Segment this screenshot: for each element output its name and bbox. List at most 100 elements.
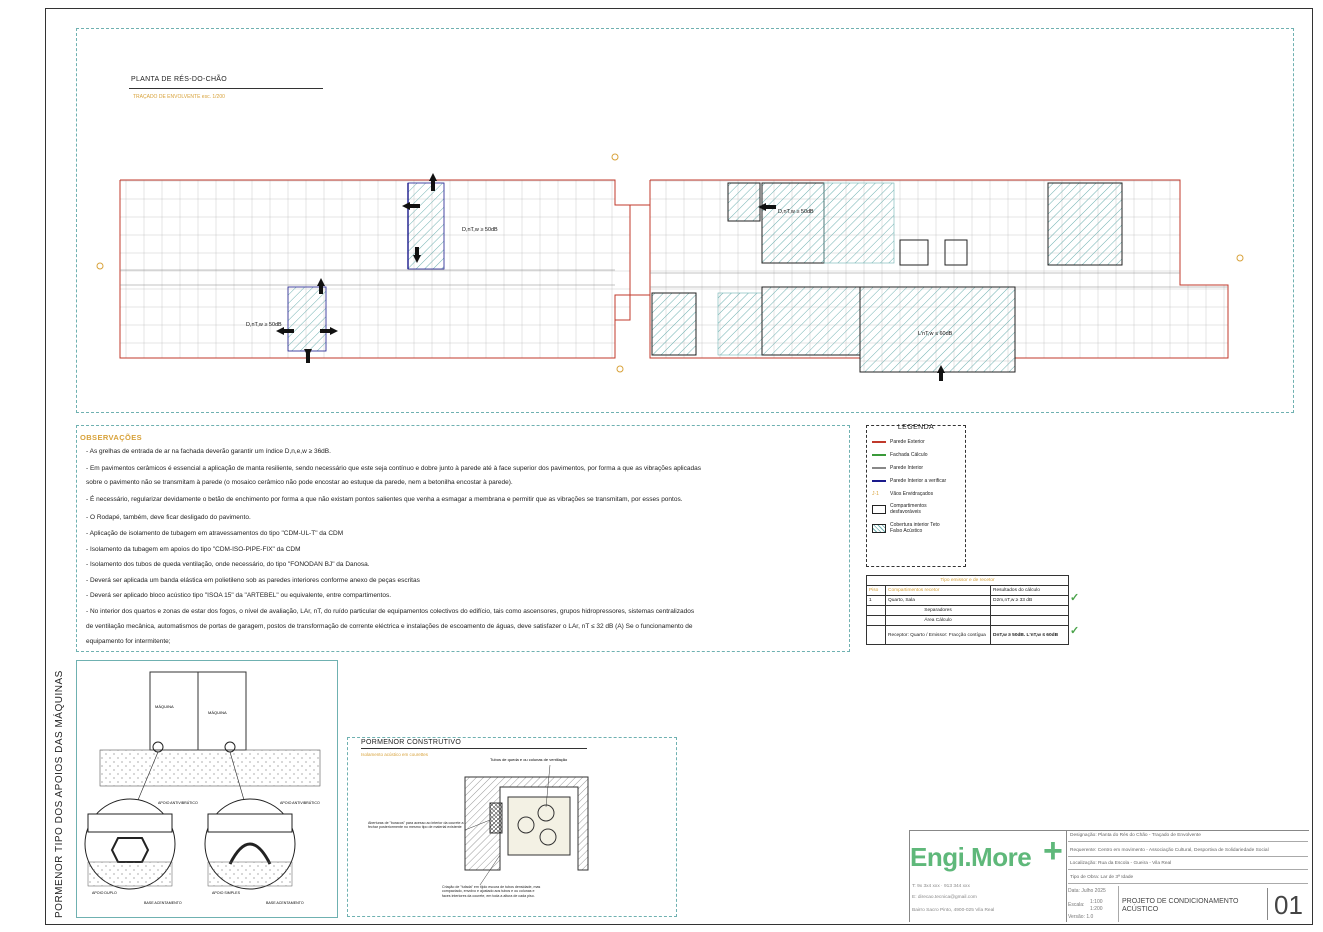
observation-item: - É necessário, regularizar devidamente … [86,496,683,503]
results-cell: DnT,w ≥ 50dB. L'nT,w ≤ 60dB [990,625,1069,645]
legend-item: Cobertura interior Teto Falso Acústico [872,522,962,534]
legend-label: Compartimentos desfavoráveis [890,503,927,515]
hatched-room [651,292,697,356]
right-wing [649,179,1229,373]
legend-label: Parede Exterior [890,439,925,445]
results-cell: 1 [866,595,886,606]
results-cell: D2m,nT,w ≥ 33 dB [990,595,1069,606]
check-icon: ✓ [1070,625,1080,637]
observation-item: - Isolamento da tubagem em apoios do tip… [86,546,301,553]
observation-item: - As grelhas de entrada de ar na fachada… [86,448,331,455]
results-col: Resultados do cálculo [990,585,1069,596]
construction-detail-drawing: Tubos de queda e ou colunas de ventilaçã… [368,757,589,898]
label-apoio-1: APOIO ANTIVIBRÁTICO [158,801,198,805]
check-icon: ✓ [1070,592,1080,604]
label-criacao: Criação de "tufada" em tijolo escura de … [442,885,541,898]
legend-item: Fachada Cálculo [872,452,928,458]
label-tubos: Tubos de queda e ou colunas de ventilaçã… [490,757,568,762]
legend-label: Fachada Cálculo [890,452,928,458]
legend-swatch [872,523,886,533]
plan-title: PLANTA DE RÉS-DO-CHÃO [131,76,228,83]
sheet-number: 01 [1274,890,1303,920]
observation-item: - No interior dos quartos e zonas de est… [86,608,695,615]
contact-line: E: direcao.tecnica@gmail.com [912,895,977,900]
legend-item: Parede Interior a verificar [872,478,946,484]
legend-swatch: J·1 [872,491,879,497]
observation-item: de ventilação mecânica, automatismos de … [86,623,693,630]
observation-item: equipamento for intermitente; [86,638,171,645]
machine-detail-title: PORMENOR TIPO DOS APOIOS DAS MÁQUINAS [54,670,65,918]
sheet-number-divider [1267,888,1268,920]
legend-label: Vãos Envidraçados [890,491,934,497]
title-block-row: Requerente: Centro em movimento - Associ… [1068,845,1308,857]
observations-title: OBSERVAÇÕES [80,433,143,442]
legend-item: Parede Exterior [872,439,925,445]
title-block-date: Data: Julho 2025 [1068,888,1106,894]
plan-subtitle: TRAÇADO DE ENVOLVENTE esc. 1/200 [133,94,225,100]
observation-item: - Aplicação de isolamento de tubagem em … [86,530,344,537]
title-block-scale-label: Escala: [1068,902,1085,908]
label-base-2: BASE ACENTAMENTO [266,901,304,905]
observation-item: - Isolamento dos tubos de queda ventilaç… [86,561,370,568]
observations-frame [76,425,850,652]
legend-label: Parede Interior a verificar [890,478,947,484]
observation-item: - Em pavimentos cerâmicos é essencial a … [86,465,701,472]
contact-line: T: 9x 3x4 xxx · 913 344 xxx [912,884,970,889]
title-block-row: Designação: Planta do Rés do Chão - Traç… [1068,830,1308,842]
hatched-room [717,292,763,356]
label-lntw: L'nT,w ≤ 60dB [918,331,953,337]
observation-item: - Deverá ser aplicado bloco acústico tip… [86,592,392,599]
company-logo: Engi.More [910,842,1032,872]
results-col: Piso [866,585,886,596]
results-cell: Receptor: Quarto / Emissor: Fracção cont… [885,625,991,645]
label-dntw-2: D,nT,w ≥ 50dB [778,209,814,215]
legend-item: Parede Interior [872,465,923,471]
label-aberturas: Aberturas de "buracos" para acesso ao in… [368,821,464,830]
left-wing [119,179,631,359]
legend-item: J·1 Vãos Envidraçados [872,491,933,497]
legend-swatch [872,480,886,482]
hatched-room [1047,182,1123,266]
hatched-room [761,182,825,264]
hatched-room [287,286,327,352]
label-dntw-1: D,nT,w ≥ 50dB [462,227,498,233]
label-maquina-2: MÁQUINA [208,710,227,715]
legend-swatch [872,467,886,469]
legend-label: Cobertura interior Teto Falso Acústico [890,522,940,534]
legend-item: Compartimentos desfavoráveis [872,503,962,515]
results-cell: Separadores [885,605,991,616]
title-block-divider [1066,830,1067,922]
title-block-scale: 1:200 [1090,906,1103,912]
observation-item: - Deverá ser aplicada um banda elástica … [86,577,420,584]
hatched-room [727,182,761,222]
hatched-room [761,286,861,356]
machine-detail-drawing: MÁQUINA MÁQUINA APOIO ANTIVIBRÁTICO APOI… [84,671,321,905]
results-header: Tipo emissor e de recetor [866,575,1069,586]
project-name: PROJETO DE CONDICIONAMENTO ACÚSTICO [1122,898,1239,913]
hatched-room [407,182,445,270]
results-cell: Área Cálculo [885,615,991,626]
legend-swatch [872,454,886,456]
title-block-version: Versão: 1.0 [1068,914,1094,920]
legend-title: LEGENDA [897,424,935,431]
construction-detail-underline [361,748,587,749]
title-block-row: Tipo de Obra: Lar de 3ª Idade [1068,872,1308,884]
contact-line: Bairro Sacro Pinto, 4900-025 Vila Real [912,908,995,913]
legend-label: Parede Interior [890,465,924,471]
hatched-room [823,182,895,264]
results-col: Compartimentos recetor [885,585,991,596]
legend-swatch [872,441,886,443]
logo-plus-icon: + [1043,832,1063,870]
legend-swatch [872,504,886,514]
hatched-room [859,286,1016,373]
label-maquina-1: MÁQUINA [155,704,174,709]
observation-item: sobre o pavimento não se transmitam à pa… [86,479,513,486]
label-base-1: BASE ACENTAMENTO [144,901,182,905]
floor-plan: D,nT,w ≥ 50dB D,nT,w ≥ 50dB D,nT,w ≥ 50d… [96,153,1244,381]
title-block-row: Localização: Rua da Escola - Gueira - Vi… [1068,858,1308,870]
label-dntw-3: D,nT,w ≥ 50dB [246,322,282,328]
plan-title-underline [129,88,323,89]
results-cell: Quarto, Sala [885,595,991,606]
title-block-scale: 1:100 [1090,899,1103,905]
label-apoio-duplo: APOIO DUPLO [92,891,117,895]
